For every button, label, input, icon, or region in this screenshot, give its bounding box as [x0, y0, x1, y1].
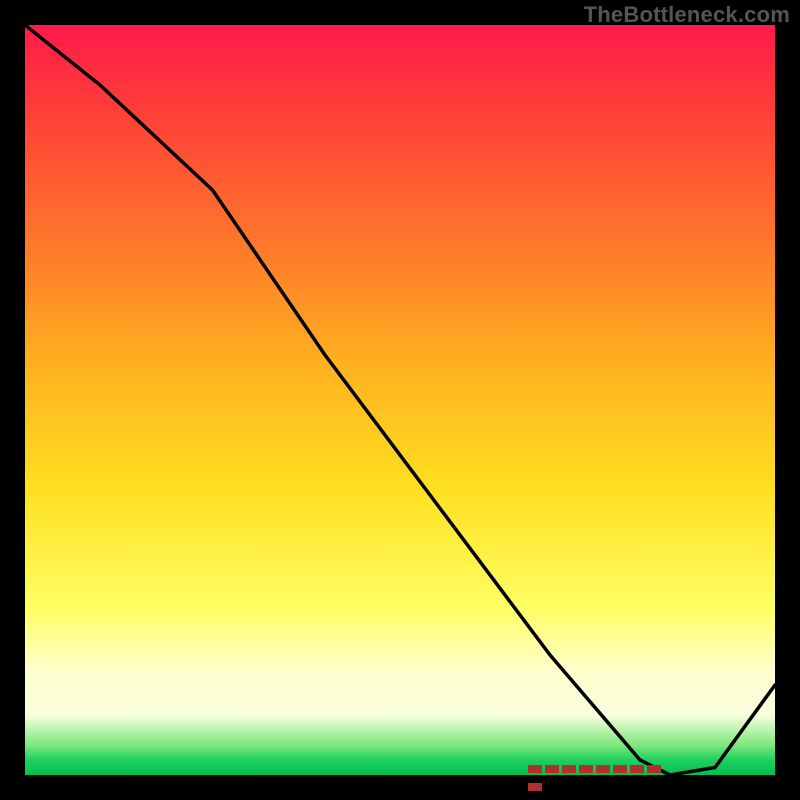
chart-container: TheBottleneck.com — [0, 0, 800, 800]
line-plot — [25, 25, 775, 775]
watermark-text: TheBottleneck.com — [584, 2, 790, 28]
plot-frame — [25, 25, 775, 775]
bottleneck-curve-path — [25, 25, 775, 775]
target-range-marker — [528, 760, 678, 768]
